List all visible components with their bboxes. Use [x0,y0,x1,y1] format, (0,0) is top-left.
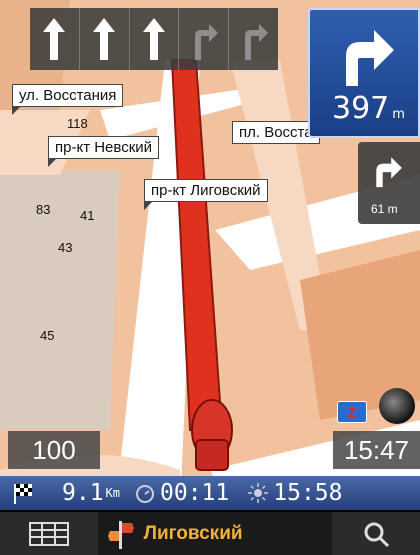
gps-signal-icon[interactable] [379,388,415,424]
house-number: 83 [36,202,51,217]
house-number: 45 [40,328,55,343]
lane-straight [30,8,80,70]
street-label-vosstaniya: ул. Восстания [12,84,124,115]
house-number: 41 [80,208,95,223]
stopwatch-icon [136,485,154,503]
lane-guidance [30,8,278,70]
sun-icon [248,483,269,503]
maneuver-distance-value: 397 [332,91,390,126]
menu-button[interactable] [0,512,98,555]
current-street-name: Лиговский [143,522,243,544]
search-icon [364,522,390,547]
turn-right-arrow-icon [376,157,402,188]
distance-value: 9.1 [62,480,104,506]
signpost-icon [107,520,134,549]
distance-remaining: 9.1 Km [12,480,120,506]
time-remaining: 00:11 [134,480,229,506]
street-label-nevsky: пр-кт Невский [48,136,160,167]
maneuver-distance: 397 m [332,91,405,126]
turn-right-arrow-icon [346,30,394,86]
current-time: 15:47 [333,431,420,469]
trip-status-bar: 9.1 Km 00:11 15:58 [0,476,420,510]
grid-menu-icon [28,521,69,546]
battery-icon: Z [337,401,367,423]
house-number: 118 [67,116,88,131]
lane-right-inactive [229,8,278,70]
street-label-vosstaniya-square: пл. Восста [232,121,320,144]
finish-flag-icon [14,484,32,504]
arrival-time-value: 15:58 [273,480,343,506]
current-street-button[interactable]: Лиговский [98,512,333,555]
lane-straight [130,8,180,70]
straight-arrow-icon [93,18,116,60]
search-button[interactable] [332,512,420,555]
navigation-screen: 118 83 41 43 45 ул. Восстания пр-кт Невс… [0,0,420,555]
turn-right-arrow-icon [244,24,268,60]
speed-limit: 100 [8,431,100,469]
distance-unit: Km [105,486,120,500]
turn-right-arrow-icon [194,24,218,60]
following-maneuver-distance: 61 m [371,202,398,216]
arrival-time: 15:58 [247,480,343,506]
bottom-navigation: Лиговский [0,512,420,555]
straight-arrow-icon [142,18,165,60]
straight-arrow-icon [43,18,66,60]
following-maneuver-panel[interactable]: 61 m [358,142,420,224]
remaining-time-value: 00:11 [160,480,230,506]
lane-straight [80,8,130,70]
vehicle-marker [191,399,233,471]
house-number: 43 [58,240,73,255]
next-maneuver-panel[interactable]: 397 m [308,8,420,138]
lane-right-inactive [179,8,230,70]
street-label-ligovsky: пр-кт Лиговский [144,179,268,210]
maneuver-distance-unit: m [392,107,405,122]
